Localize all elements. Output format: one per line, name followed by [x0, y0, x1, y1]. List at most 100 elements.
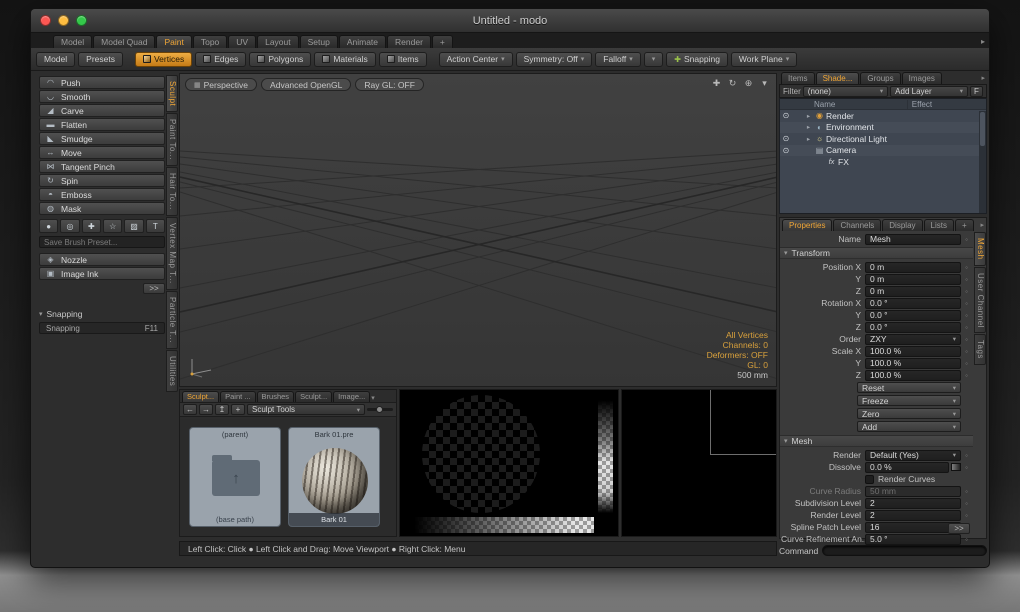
tool-smudge[interactable]: ◣ Smudge — [39, 132, 165, 145]
mode-vertices-button[interactable]: Vertices — [134, 51, 193, 67]
tool-spin[interactable]: ↻ Spin — [39, 174, 165, 187]
tool-tangent-pinch[interactable]: ⋈ Tangent Pinch — [39, 160, 165, 173]
expander-icon[interactable]: ▸ — [804, 112, 813, 120]
tool-smooth[interactable]: ◡ Smooth — [39, 90, 165, 103]
brush-airbrush-icon[interactable]: ✚ — [81, 219, 101, 233]
vtab-mesh[interactable]: Mesh — [974, 232, 986, 266]
render-level-field[interactable]: 2 — [865, 509, 961, 521]
preset-path-dropdown[interactable]: Sculpt Tools ▾ — [247, 404, 365, 415]
tab-add-form[interactable]: + — [954, 219, 974, 231]
properties-more-button[interactable]: >> — [948, 523, 970, 534]
falloff-dropdown[interactable]: Falloff ▾ — [595, 51, 641, 67]
tab-items[interactable]: Items — [781, 72, 815, 84]
pan-icon[interactable]: ✚ — [711, 78, 722, 89]
work-plane-dropdown[interactable]: Work Plane ▾ — [730, 51, 798, 67]
channel-dot-icon[interactable]: ◦ — [961, 287, 972, 296]
channel-dot-icon[interactable]: ◦ — [961, 311, 972, 320]
brush-text-icon[interactable]: T — [145, 219, 165, 233]
save-brush-preset-button[interactable]: Save Brush Preset... — [39, 236, 165, 248]
tab-shader-tree[interactable]: Shade... — [815, 72, 860, 84]
tab-render[interactable]: Render — [387, 35, 431, 48]
channel-dot-icon[interactable]: ◦ — [961, 499, 972, 508]
list-item-environment[interactable]: ▸ ◐ Environment — [780, 121, 986, 133]
tab-add[interactable]: + — [431, 35, 453, 48]
scrollbar-thumb[interactable] — [980, 112, 985, 146]
preset-tab-image[interactable]: Image... — [333, 391, 371, 402]
tab-uv[interactable]: UV — [228, 35, 257, 48]
channel-dot-icon[interactable]: ◦ — [961, 371, 972, 380]
channel-dot-icon[interactable]: ◦ — [961, 511, 972, 520]
vtab-particle-tools[interactable]: Particle T... — [166, 290, 178, 349]
tab-channels[interactable]: Channels — [833, 219, 882, 231]
mode-items-button[interactable]: Items — [378, 51, 427, 67]
brush-soft-icon[interactable]: ◎ — [60, 219, 80, 233]
channel-dot-icon[interactable]: ◦ — [961, 275, 972, 284]
forward-icon[interactable]: → — [199, 404, 213, 415]
minimize-icon[interactable] — [58, 15, 69, 26]
vtab-user-channel[interactable]: User Channel — [974, 266, 986, 334]
channel-dot-icon[interactable]: ◦ — [961, 323, 972, 332]
tab-model-quad[interactable]: Model Quad — [93, 35, 156, 48]
channel-dot-icon[interactable]: ◦ — [961, 347, 972, 356]
eye-icon[interactable]: ⊙ — [780, 111, 792, 120]
image-ink-button[interactable]: ▣ Image Ink — [39, 267, 165, 280]
tab-lists[interactable]: Lists — [923, 219, 954, 231]
channel-dot-icon[interactable]: ◦ — [961, 299, 972, 308]
list-item-render[interactable]: ⊙ ▸ ◉ Render — [780, 110, 986, 122]
scale-y-field[interactable]: 100.0 % — [865, 357, 961, 369]
mode-edges-button[interactable]: Edges — [195, 51, 247, 67]
tab-setup[interactable]: Setup — [299, 35, 338, 48]
tab-display[interactable]: Display — [882, 219, 923, 231]
vtab-paint-tools[interactable]: Paint To... — [166, 113, 178, 167]
falloff-options-button[interactable]: ▾ — [643, 51, 664, 67]
dissolve-mini-slider[interactable] — [951, 463, 961, 471]
tool-carve[interactable]: ◢ Carve — [39, 104, 165, 117]
vtab-vertex-map-tools[interactable]: Vertex Map T... — [166, 217, 178, 290]
action-center-dropdown[interactable]: Action Center ▾ — [438, 51, 513, 67]
add-button[interactable]: Add ▾ — [857, 421, 961, 432]
zoom-icon[interactable]: ⊕ — [743, 78, 754, 89]
name-field[interactable]: Mesh — [865, 233, 961, 245]
snapping-toggle[interactable]: Snapping F11 — [39, 322, 165, 334]
column-effect[interactable]: Effect — [906, 99, 986, 109]
channel-dot-icon[interactable]: ◦ — [961, 235, 972, 244]
rotation-y-field[interactable]: 0.0 ° — [865, 309, 961, 321]
channel-dot-icon[interactable]: ◦ — [961, 463, 972, 472]
props-tabs-overflow-icon[interactable]: ▸ — [980, 221, 984, 229]
viewport-3d[interactable]: ▦ Perspective Advanced OpenGL Ray GL: OFF… — [179, 73, 777, 387]
eye-icon[interactable]: ⊙ — [780, 146, 792, 155]
tab-layout[interactable]: Layout — [257, 35, 299, 48]
tab-model[interactable]: Model — [53, 35, 93, 48]
position-z-field[interactable]: 0 m — [865, 285, 961, 297]
tool-push[interactable]: ◠ Push — [39, 76, 165, 89]
channel-dot-icon[interactable]: ◦ — [961, 451, 972, 460]
vtab-tags[interactable]: Tags — [974, 334, 986, 366]
zoom-window-icon[interactable] — [76, 15, 87, 26]
vtab-sculpt[interactable]: Sculpt — [166, 75, 178, 113]
close-icon[interactable] — [40, 15, 51, 26]
raygl-toggle[interactable]: Ray GL: OFF — [355, 78, 424, 91]
model-button[interactable]: Model — [36, 51, 76, 67]
brush-alpha-preview[interactable] — [399, 389, 619, 537]
reset-button[interactable]: Reset ▾ — [857, 382, 961, 393]
tab-animate[interactable]: Animate — [338, 35, 387, 48]
vtab-hair-tools[interactable]: Hair To... — [166, 167, 178, 217]
mesh-section-header[interactable]: ▾ Mesh — [780, 435, 973, 447]
perspective-dropdown[interactable]: ▦ Perspective — [185, 78, 258, 91]
list-item-directional-light[interactable]: ⊙ ▸ ☼ Directional Light — [780, 133, 986, 145]
zero-button[interactable]: Zero ▾ — [857, 408, 961, 419]
channel-dot-icon[interactable]: ◦ — [961, 335, 972, 344]
presets-button[interactable]: Presets — [78, 51, 123, 67]
render-dropdown[interactable]: Default (Yes) ▾ — [865, 449, 961, 461]
tool-flatten[interactable]: ▬ Flatten — [39, 118, 165, 131]
tab-properties[interactable]: Properties — [782, 219, 833, 231]
tab-groups[interactable]: Groups — [860, 72, 901, 84]
spline-patch-level-field[interactable]: 16 — [865, 521, 961, 533]
item-list-scrollbar[interactable] — [979, 111, 986, 213]
preset-tab-sculpt[interactable]: Sculpt... — [182, 391, 220, 402]
channel-dot-icon[interactable]: ◦ — [961, 263, 972, 272]
tab-paint[interactable]: Paint — [156, 35, 192, 48]
scale-x-field[interactable]: 100.0 % — [865, 345, 961, 357]
nozzle-button[interactable]: ◈ Nozzle — [39, 253, 165, 266]
filter-f-button[interactable]: F — [970, 85, 983, 97]
